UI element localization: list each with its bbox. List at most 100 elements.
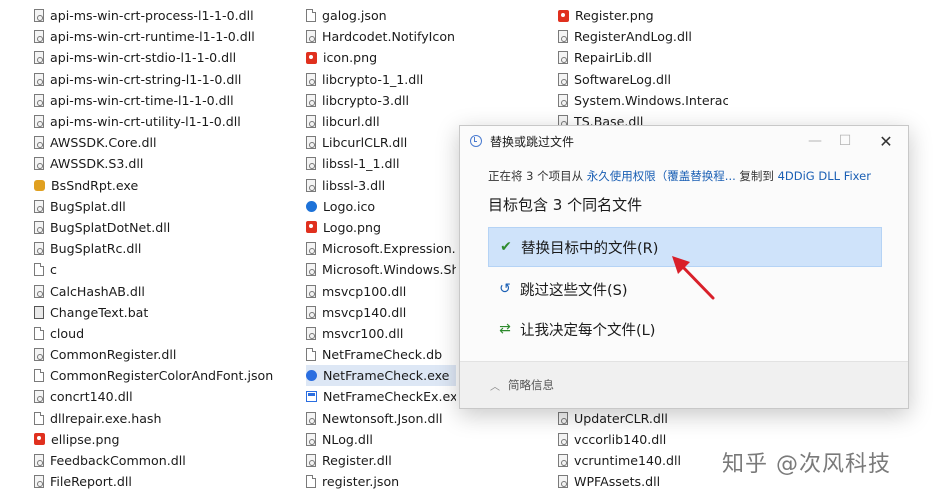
file-item[interactable]: NetFrameCheckEx.exe: [306, 386, 456, 407]
file-item[interactable]: api-ms-win-crt-time-l1-1-0.dll: [34, 90, 294, 111]
file-name: libcrypto-1_1.dll: [322, 71, 424, 87]
file-column-2: galog.json Hardcodet.NotifyIcon.Wpf.dll ic…: [306, 5, 456, 492]
file-item[interactable]: Register.dll: [306, 450, 456, 471]
file-item[interactable]: NetFrameCheck.exe: [306, 365, 456, 387]
file-item[interactable]: api-ms-win-crt-utility-l1-1-0.dll: [34, 111, 294, 132]
file-item[interactable]: Logo.png: [306, 217, 456, 238]
skip-files-label: 跳过这些文件(S): [520, 282, 628, 299]
file-item[interactable]: msvcp140.dll: [306, 302, 456, 323]
file-item[interactable]: LibcurlCLR.dll: [306, 132, 456, 153]
file-item[interactable]: vccorlib140.dll: [558, 429, 728, 450]
file-item[interactable]: icon.png: [306, 47, 456, 68]
file-item[interactable]: c: [34, 259, 294, 280]
file-column-1: api-ms-win-crt-process-l1-1-0.dll api-ms-…: [34, 5, 294, 492]
file-item[interactable]: SoftwareLog.dll: [558, 69, 728, 90]
dll-file-icon: [558, 93, 568, 107]
file-item[interactable]: api-ms-win-crt-string-l1-1-0.dll: [34, 69, 294, 90]
dll-file-icon: [306, 178, 316, 192]
file-name: api-ms-win-crt-process-l1-1-0.dll: [50, 8, 254, 24]
decide-each-label: 让我决定每个文件(L): [520, 322, 656, 339]
file-item[interactable]: BugSplatDotNet.dll: [34, 217, 294, 238]
minimize-button[interactable]: —: [800, 130, 830, 152]
maximize-button[interactable]: ☐: [830, 130, 860, 152]
destination-folder-link[interactable]: 4DDiG DLL Fixer: [778, 169, 871, 183]
file-item[interactable]: CalcHashAB.dll: [34, 280, 294, 301]
decide-each-option[interactable]: ⇄ 让我决定每个文件(L): [488, 309, 882, 349]
file-item[interactable]: NLog.dll: [306, 429, 456, 450]
file-item[interactable]: api-ms-win-crt-process-l1-1-0.dll: [34, 5, 294, 26]
file-item[interactable]: BugSplatRc.dll: [34, 238, 294, 259]
copy-mid: 复制到: [735, 169, 778, 183]
file-item[interactable]: Microsoft.Expression.Dra: [306, 238, 456, 259]
file-item[interactable]: api-ms-win-crt-stdio-l1-1-0.dll: [34, 47, 294, 68]
file-item[interactable]: RegisterAndLog.dll: [558, 26, 728, 47]
dll-file-icon: [558, 411, 568, 425]
dll-file-icon: [306, 72, 316, 86]
file-item[interactable]: FeedbackCommon.dll: [34, 450, 294, 471]
bug-report-icon: [34, 179, 45, 191]
details-toggle-label: 简略信息: [508, 378, 554, 392]
file-name: vcruntime140.dll: [574, 453, 682, 469]
file-item[interactable]: NetFrameCheck.db: [306, 344, 456, 365]
file-name: AWSSDK.Core.dll: [50, 135, 157, 151]
file-item[interactable]: BsSndRpt.exe: [34, 175, 294, 196]
file-item[interactable]: msvcr100.dll: [306, 323, 456, 344]
file-name: libssl-3.dll: [322, 177, 386, 193]
file-name: Register.png: [575, 8, 654, 24]
file-item[interactable]: Newtonsoft.Json.dll: [306, 408, 456, 429]
file-name: CalcHashAB.dll: [50, 283, 145, 299]
dll-file-icon: [34, 242, 44, 256]
file-item[interactable]: concrt140.dll: [34, 386, 294, 407]
file-item[interactable]: galog.json: [306, 5, 456, 26]
file-name: msvcp140.dll: [322, 304, 407, 320]
replace-files-option[interactable]: ✔ 替换目标中的文件(R): [488, 227, 882, 267]
dll-file-icon: [34, 115, 44, 129]
file-item[interactable]: Microsoft.Windows.Shel: [306, 259, 456, 280]
replace-files-label: 替换目标中的文件(R): [521, 240, 659, 257]
file-item[interactable]: BugSplat.dll: [34, 196, 294, 217]
file-item[interactable]: dllrepair.exe.hash: [34, 408, 294, 429]
dll-file-icon: [558, 454, 568, 468]
file-item[interactable]: ellipse.png: [34, 429, 294, 450]
dll-file-icon: [34, 475, 44, 489]
file-item[interactable]: Hardcodet.NotifyIcon.Wpf.dll: [306, 26, 456, 47]
source-folder-link[interactable]: 永久使用权限（覆盖替换程...: [587, 169, 736, 183]
file-item[interactable]: libcrypto-3.dll: [306, 90, 456, 111]
dll-file-icon: [34, 220, 44, 234]
file-name: BugSplatDotNet.dll: [50, 219, 171, 235]
file-item[interactable]: RepairLib.dll: [558, 47, 728, 68]
file-item[interactable]: Register.png: [558, 5, 728, 26]
dll-file-icon: [558, 475, 568, 489]
details-footer[interactable]: ︿ 简略信息: [460, 361, 908, 408]
file-item[interactable]: WPFAssets.dll: [558, 471, 728, 492]
file-name: System.Windows.Interactiv: [574, 92, 728, 108]
file-item[interactable]: msvcp100.dll: [306, 280, 456, 301]
file-item[interactable]: register.json: [306, 471, 456, 492]
application-icon: [306, 370, 317, 382]
file-item[interactable]: CommonRegister.dll: [34, 344, 294, 365]
file-name: libcurl.dll: [322, 114, 380, 130]
batch-file-icon: [34, 305, 44, 319]
file-item[interactable]: ChangeText.bat: [34, 302, 294, 323]
file-item[interactable]: AWSSDK.S3.dll: [34, 153, 294, 174]
file-item[interactable]: libcrypto-1_1.dll: [306, 69, 456, 90]
file-item[interactable]: FileReport.dll: [34, 471, 294, 492]
file-item[interactable]: vcruntime140.dll: [558, 450, 728, 471]
file-name: vccorlib140.dll: [574, 431, 667, 447]
file-item[interactable]: UpdaterCLR.dll: [558, 408, 728, 429]
file-item[interactable]: api-ms-win-crt-runtime-l1-1-0.dll: [34, 26, 294, 47]
file-item[interactable]: AWSSDK.Core.dll: [34, 132, 294, 153]
file-item[interactable]: System.Windows.Interactiv: [558, 90, 728, 111]
file-item[interactable]: libssl-3.dll: [306, 175, 456, 196]
skip-files-option[interactable]: ↺ 跳过这些文件(S): [488, 269, 882, 309]
skip-arrow-icon: ↺: [499, 281, 511, 297]
file-item[interactable]: cloud: [34, 323, 294, 344]
dll-file-icon: [306, 284, 316, 298]
file-item[interactable]: CommonRegisterColorAndFont.json: [34, 365, 294, 386]
dll-file-icon: [306, 326, 316, 340]
dll-file-icon: [34, 454, 44, 468]
file-item[interactable]: libssl-1_1.dll: [306, 153, 456, 174]
close-button[interactable]: ✕: [871, 130, 901, 152]
file-item[interactable]: libcurl.dll: [306, 111, 456, 132]
file-item[interactable]: Logo.ico: [306, 196, 456, 217]
